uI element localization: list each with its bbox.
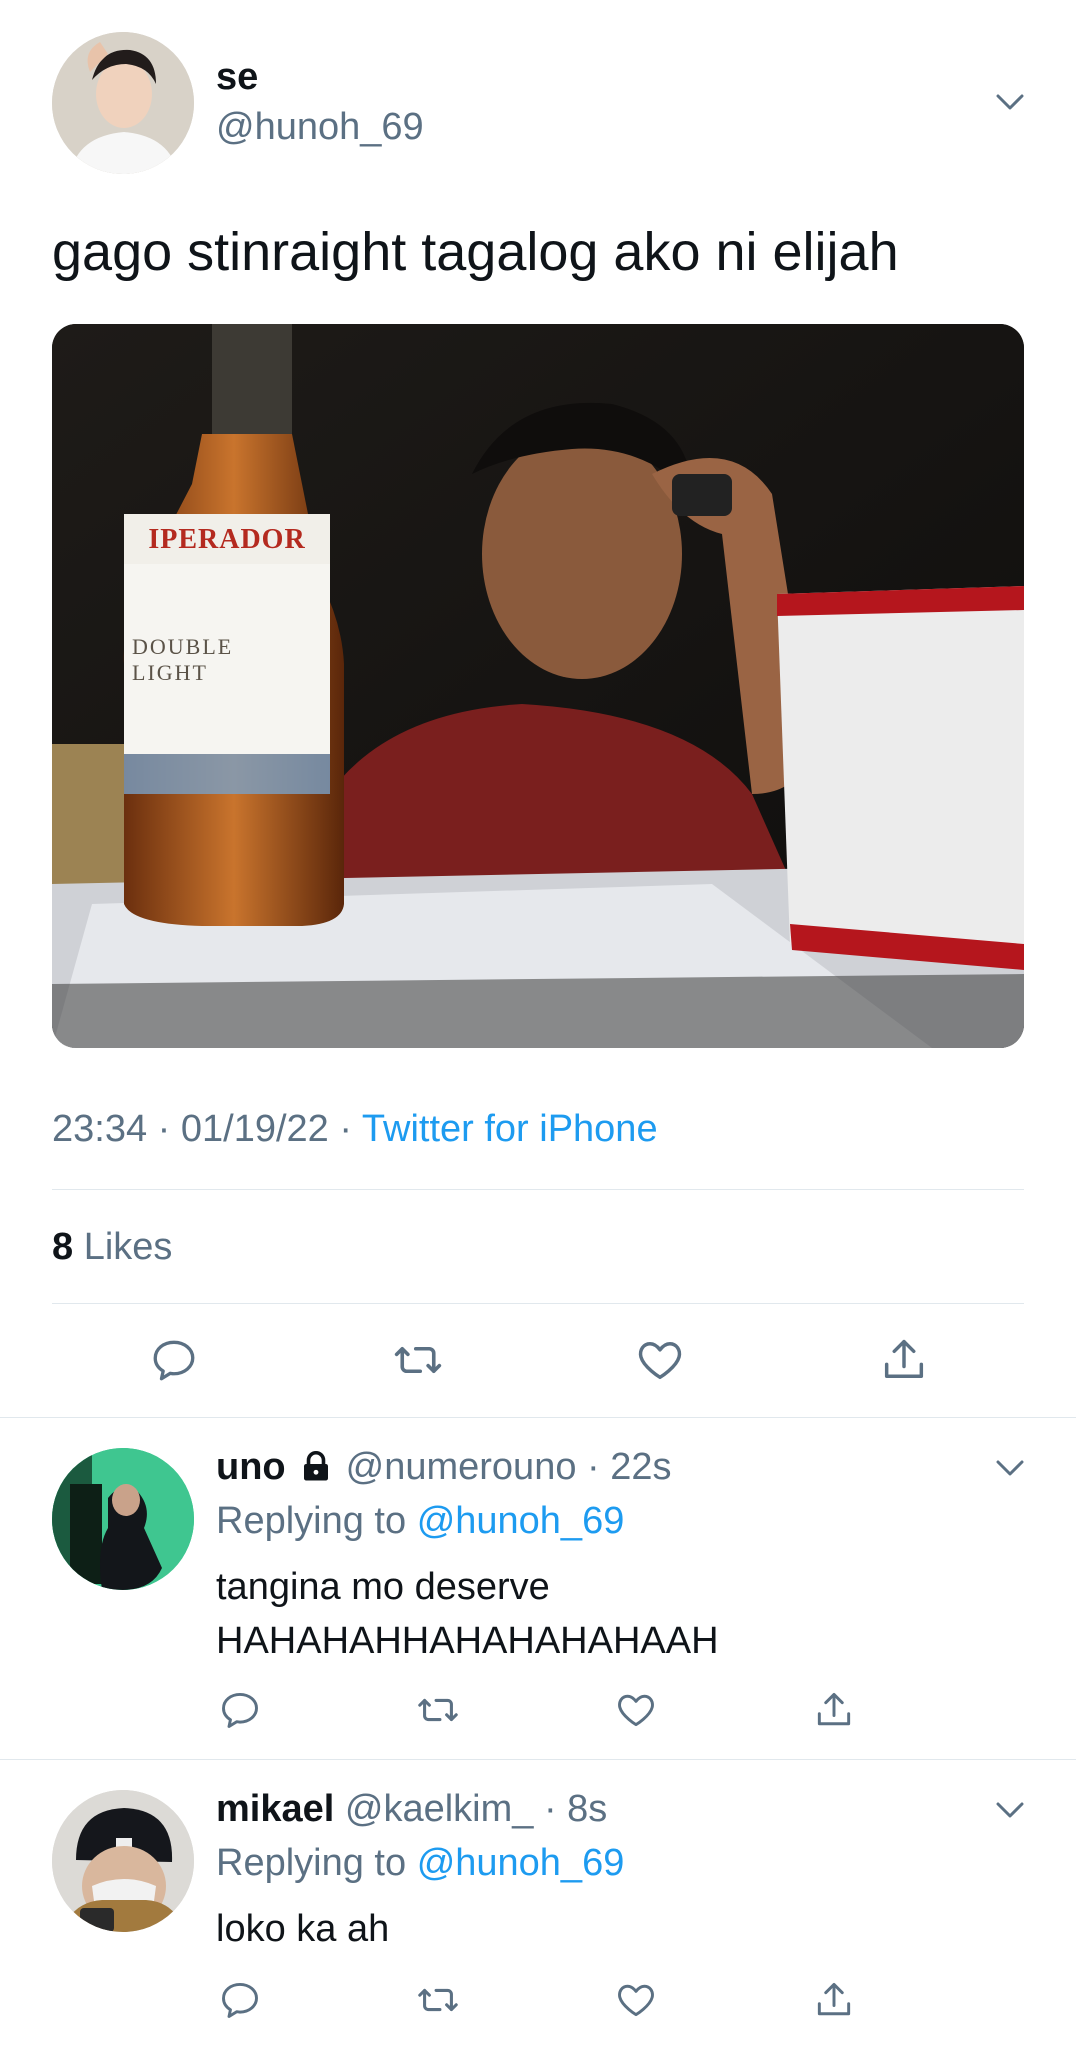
tweet-time: 23:34 — [52, 1108, 148, 1150]
reply-text-line-2: HAHAHAHHAHAHAHAHAAH — [216, 1620, 719, 1662]
share-icon[interactable] — [810, 1976, 858, 2024]
bottle-label-line2: LIGHT — [132, 660, 208, 685]
reply-time: 22s — [610, 1446, 672, 1488]
reply-header: mikael @kaelkim_ · 8s — [216, 1786, 607, 1832]
reply-handle[interactable]: @numerouno — [346, 1444, 577, 1490]
bottle-label-brand: IPERADOR — [148, 524, 306, 555]
avatar-portrait — [52, 1790, 194, 1932]
lock-icon — [298, 1449, 334, 1485]
divider — [52, 1189, 1024, 1190]
reply-separator: · — [543, 1788, 568, 1830]
reply-text-line-1: tangina mo deserve — [216, 1566, 550, 1608]
replying-to-handle[interactable]: @hunoh_69 — [417, 1842, 625, 1884]
reply-handle[interactable]: @kaelkim_ — [345, 1788, 534, 1830]
meta-separator: · — [157, 1108, 181, 1150]
bottle-label-line1: DOUBLE — [132, 634, 234, 659]
tweet-date: 01/19/22 — [180, 1108, 329, 1150]
chevron-down-icon[interactable] — [990, 82, 1030, 122]
reply-header: uno @numerouno · 22s — [216, 1444, 672, 1490]
replying-to-label: Replying to — [216, 1842, 407, 1884]
reply-time: 8s — [567, 1788, 608, 1830]
divider — [52, 1303, 1024, 1304]
retweet-icon[interactable] — [414, 1976, 462, 2024]
chevron-down-icon[interactable] — [990, 1790, 1030, 1830]
author-avatar[interactable] — [52, 32, 194, 174]
reply-icon[interactable] — [216, 1686, 264, 1734]
replying-to-label: Replying to — [216, 1500, 407, 1542]
reply-text-line-1: loko ka ah — [216, 1908, 390, 1950]
photo-scene — [52, 324, 1024, 1048]
retweet-icon[interactable] — [390, 1332, 446, 1388]
likes-label: Likes — [83, 1226, 173, 1268]
like-icon[interactable] — [632, 1332, 688, 1388]
reply-avatar[interactable] — [52, 1448, 194, 1590]
likes-stat[interactable]: 8 Likes — [52, 1224, 172, 1270]
tweet-meta: 23:34 · 01/19/22 · Twitter for iPhone — [52, 1106, 658, 1152]
tweet-source-link[interactable]: Twitter for iPhone — [362, 1108, 658, 1150]
share-icon[interactable] — [876, 1332, 932, 1388]
reply-icon[interactable] — [216, 1976, 264, 2024]
author-name[interactable]: se — [216, 54, 258, 100]
like-icon[interactable] — [612, 1976, 660, 2024]
avatar-portrait — [52, 1448, 194, 1590]
reply-avatar[interactable] — [52, 1790, 194, 1932]
replying-to: Replying to @hunoh_69 — [216, 1840, 624, 1886]
like-icon[interactable] — [612, 1686, 660, 1734]
reply-name[interactable]: uno — [216, 1444, 286, 1490]
avatar-portrait — [52, 32, 194, 174]
likes-count: 8 — [52, 1226, 74, 1268]
replying-to: Replying to @hunoh_69 — [216, 1498, 624, 1544]
chevron-down-icon[interactable] — [990, 1448, 1030, 1488]
retweet-icon[interactable] — [414, 1686, 462, 1734]
tweet-text: gago stinraight tagalog ako ni elijah — [52, 222, 899, 282]
share-icon[interactable] — [810, 1686, 858, 1734]
reply-separator: · — [576, 1446, 611, 1488]
divider — [0, 1759, 1076, 1760]
replying-to-handle[interactable]: @hunoh_69 — [417, 1500, 625, 1542]
reply-icon[interactable] — [146, 1332, 202, 1388]
reply-name[interactable]: mikael — [216, 1788, 334, 1830]
tweet-photo[interactable]: IPERADOR DOUBLE LIGHT — [52, 324, 1024, 1048]
meta-separator: · — [339, 1108, 362, 1150]
author-handle[interactable]: @hunoh_69 — [216, 104, 424, 150]
divider — [0, 1417, 1076, 1418]
